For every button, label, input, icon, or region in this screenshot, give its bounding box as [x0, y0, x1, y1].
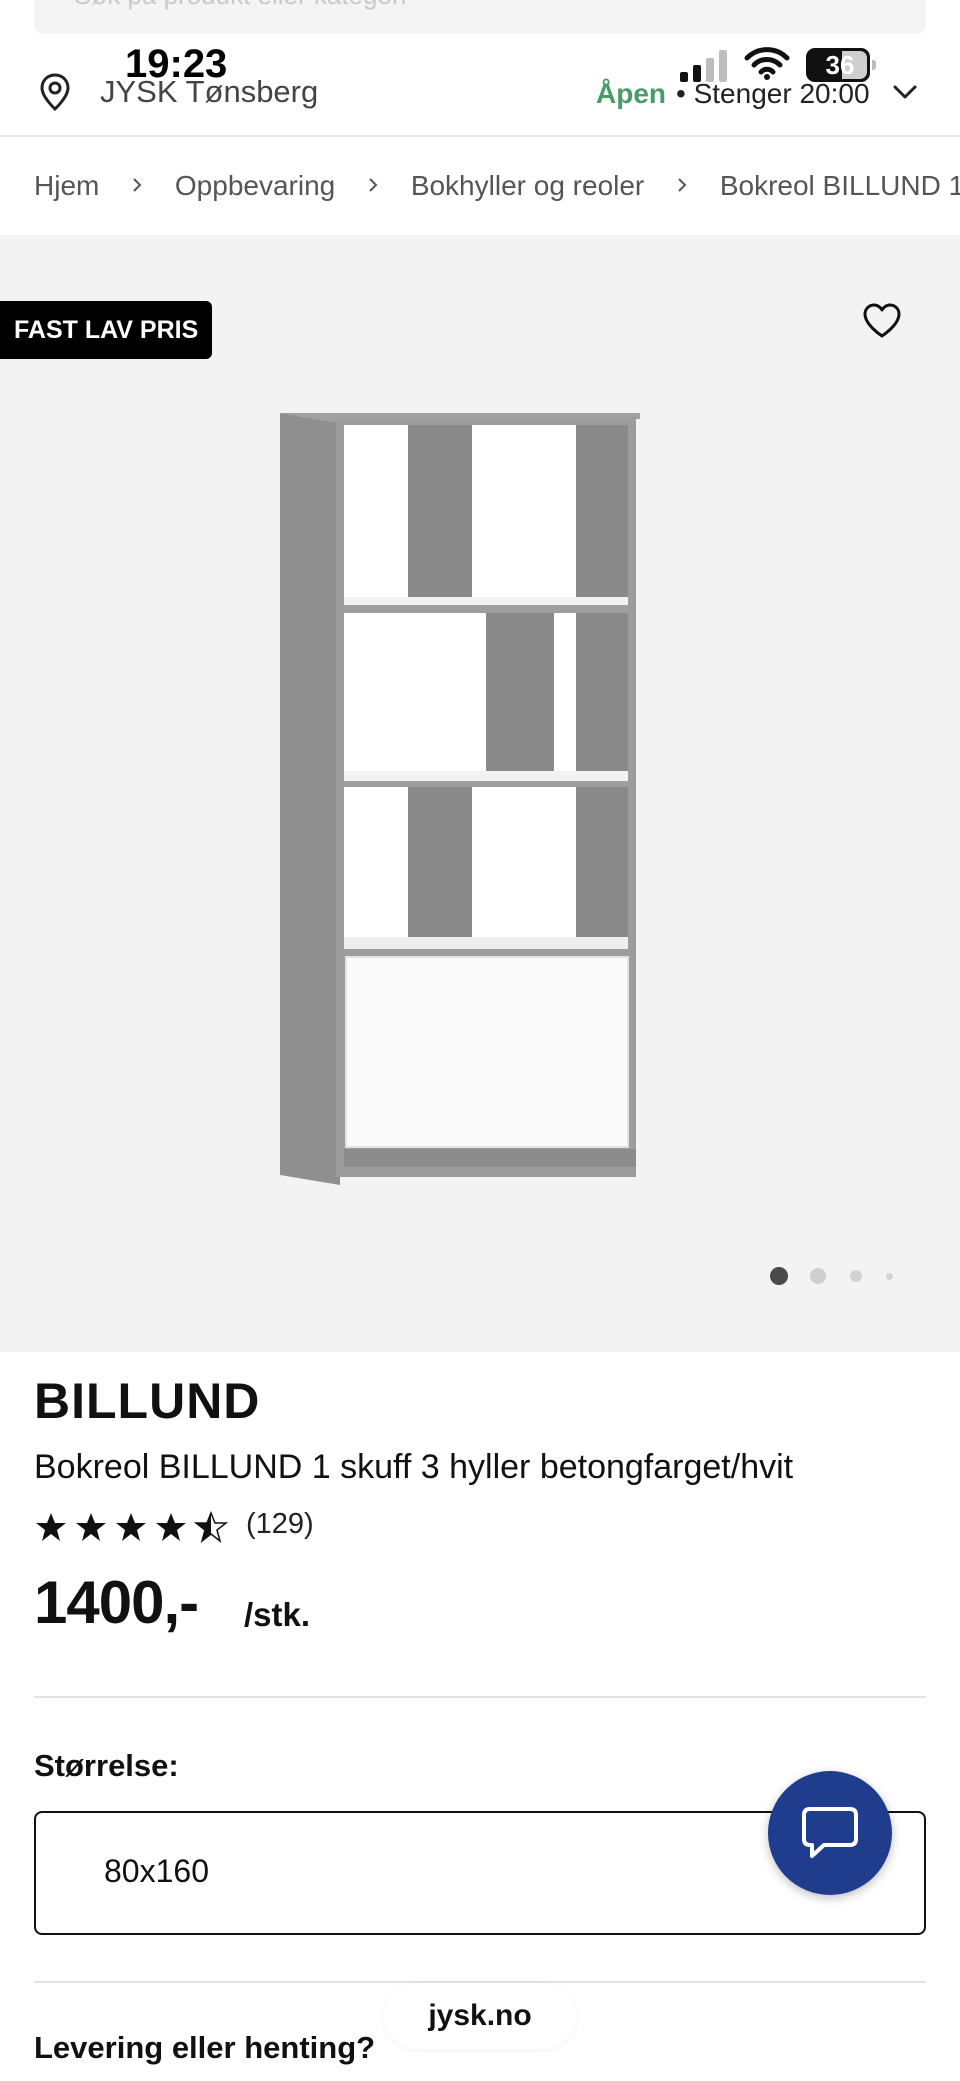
- heart-icon[interactable]: [862, 303, 902, 339]
- rating-stars-icon: [36, 1510, 229, 1543]
- chevron-right-icon: [133, 178, 142, 192]
- chat-button[interactable]: [768, 1771, 892, 1895]
- size-selected-value: 80x160: [104, 1853, 209, 1889]
- breadcrumb-item-home[interactable]: Hjem: [34, 170, 99, 202]
- delivery-heading: Levering eller henting?: [34, 2030, 376, 2065]
- pagination-dot[interactable]: [810, 1268, 826, 1284]
- breadcrumb-item-storage[interactable]: Oppbevaring: [175, 170, 335, 202]
- chevron-right-icon: [369, 178, 378, 192]
- store-closing-time: • Stenger 20:00: [676, 78, 870, 109]
- store-name: JYSK Tønsberg: [100, 74, 319, 109]
- review-count: (129): [246, 1508, 314, 1540]
- store-open-status: Åpen: [596, 78, 666, 109]
- breadcrumb: Hjem Oppbevaring Bokhyller og reoler Bok…: [34, 168, 960, 208]
- header-divider: [0, 135, 960, 137]
- store-selector[interactable]: JYSK Tønsberg Åpen • Stenger 20:00: [0, 62, 960, 132]
- pagination-dot-active[interactable]: [770, 1267, 788, 1285]
- product-image-gallery[interactable]: FAST LAV PRIS: [0, 235, 960, 1352]
- chevron-right-icon: [678, 178, 687, 192]
- size-label: Størrelse:: [34, 1748, 179, 1783]
- price-unit: /stk.: [244, 1596, 311, 1633]
- product-brand: BILLUND: [34, 1373, 261, 1429]
- browser-url-pill[interactable]: jysk.no: [384, 1983, 576, 2049]
- price-badge: FAST LAV PRIS: [0, 301, 213, 359]
- location-pin-icon: [40, 73, 70, 112]
- chat-bubble-icon: [802, 1807, 858, 1858]
- breadcrumb-item-bookshelves[interactable]: Bokhyller og reoler: [411, 170, 644, 202]
- product-price: 1400,-: [34, 1569, 199, 1636]
- pagination-dot[interactable]: [886, 1273, 893, 1280]
- section-divider: [34, 1696, 926, 1698]
- product-title: Bokreol BILLUND 1 skuff 3 hyller betongf…: [34, 1448, 794, 1486]
- pagination-dot[interactable]: [850, 1270, 862, 1282]
- bookcase-product-image: [280, 413, 640, 1185]
- breadcrumb-item-current: Bokreol BILLUND 1 skuff 3 hyller betongf…: [719, 169, 960, 201]
- chevron-down-icon[interactable]: [892, 82, 918, 102]
